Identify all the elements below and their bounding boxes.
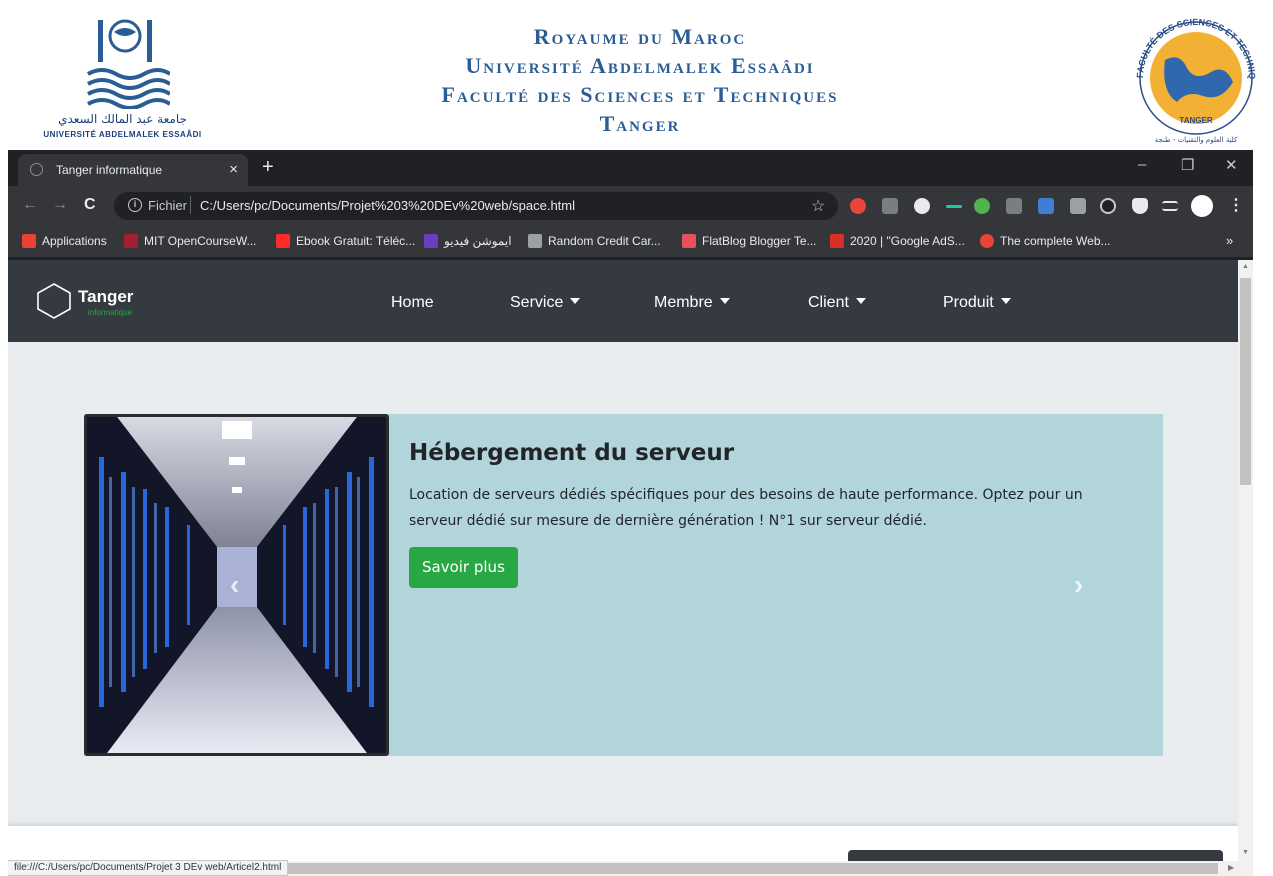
facebook-extension-icon[interactable] <box>1006 198 1022 214</box>
adblock-extension-icon[interactable] <box>850 198 866 214</box>
uae-logo: جامعة عبد المالك السعدي UNIVERSITÉ ABDEL… <box>10 14 235 146</box>
nav-produit[interactable]: Produit <box>943 294 1011 312</box>
mit-icon <box>124 234 138 248</box>
circle-extension-icon[interactable] <box>914 198 930 214</box>
url-separator <box>190 196 191 214</box>
tab-title: Tanger informatique <box>56 163 163 177</box>
title-line-faculty: Faculté des Sciences et Techniques <box>441 82 839 107</box>
blog-icon <box>682 234 696 248</box>
next-section-dark-edge <box>848 850 1223 861</box>
reading-list-icon[interactable] <box>1162 201 1178 211</box>
university-header: جامعة عبد المالك السعدي UNIVERSITÉ ABDEL… <box>0 0 1273 150</box>
caret-down-icon <box>855 298 866 304</box>
card-description: Location de serveurs dédiés spécifiques … <box>409 487 1083 529</box>
nav-client[interactable]: Client <box>808 294 866 312</box>
new-tab-button[interactable]: + <box>262 156 274 179</box>
gear-icon <box>528 234 542 248</box>
scroll-down-icon[interactable]: ▼ <box>1242 849 1249 856</box>
brand-name[interactable]: Tanger <box>78 287 133 307</box>
apps-grid-icon <box>22 234 36 248</box>
bookmark-google-ads[interactable]: 2020 | "Google AdS... <box>830 234 965 248</box>
nav-membre[interactable]: Membre <box>654 294 730 312</box>
udemy-icon <box>830 234 844 248</box>
uae-arabic-name: جامعة عبد المالك السعدي <box>58 112 187 126</box>
fst-city-label: TANGER <box>1179 116 1213 125</box>
pdf-extension-icon[interactable] <box>882 198 898 214</box>
caret-down-icon <box>719 298 730 304</box>
bookmark-flatblog[interactable]: FlatBlog Blogger Te... <box>682 234 817 248</box>
google-extension-icon[interactable] <box>974 198 990 214</box>
url-scheme: Fichier <box>148 198 188 213</box>
bookmark-complete-web[interactable]: The complete Web... <box>980 234 1111 248</box>
bookmark-applications[interactable]: Applications <box>22 234 107 248</box>
info-icon[interactable]: i <box>128 198 142 212</box>
bookmark-star-icon[interactable]: ☆ <box>811 196 825 216</box>
nav-service[interactable]: Service <box>510 294 581 312</box>
title-line-city: Tanger <box>599 111 681 136</box>
scroll-up-icon[interactable]: ▲ <box>1242 263 1249 270</box>
tab-strip: Tanger informatique × + – ❐ ✕ <box>8 150 1253 186</box>
status-bar-url: file:///C:/Users/pc/Documents/Projet 3 D… <box>8 860 289 876</box>
title-line-university: Université Abdelmalek Essaâdi <box>465 53 815 78</box>
page-viewport: Tanger informatique Home Service Membre … <box>8 260 1238 861</box>
ss-extension-icon[interactable] <box>1070 198 1086 214</box>
dash-extension-icon[interactable] <box>946 205 962 208</box>
uae-latin-name: UNIVERSITÉ ABDELMALEK ESSAÂDI <box>43 130 202 139</box>
bookmark-mit-ocw[interactable]: MIT OpenCourseW... <box>124 234 256 248</box>
caret-down-icon <box>1000 298 1011 304</box>
puzzle-extension-icon[interactable] <box>1132 198 1148 214</box>
profile-avatar[interactable] <box>1191 195 1213 217</box>
savoir-plus-button[interactable]: Savoir plus <box>409 547 518 588</box>
vertical-scrollbar[interactable]: ▲ ▼ <box>1238 260 1253 861</box>
browser-toolbar: ← → C i Fichier C:/Users/pc/Documents/Pr… <box>8 186 1253 226</box>
bookmark-ebook[interactable]: Ebook Gratuit: Téléc... <box>276 234 415 248</box>
caret-down-icon <box>570 298 581 304</box>
reload-button[interactable]: C <box>84 196 96 214</box>
address-bar[interactable]: i Fichier C:/Users/pc/Documents/Projet%2… <box>114 192 838 220</box>
browser-window: Tanger informatique × + – ❐ ✕ ← → C i Fi… <box>8 150 1253 876</box>
carousel-prev-icon[interactable]: ‹ <box>230 569 239 601</box>
tab-tanger-informatique[interactable]: Tanger informatique × <box>18 154 248 186</box>
bookmark-random-credit[interactable]: Random Credit Car... <box>528 234 661 248</box>
globe-icon <box>30 163 43 176</box>
fst-arabic-name: كلية العلوم والتقنيات - طنجة <box>1154 136 1238 144</box>
close-window-button[interactable]: ✕ <box>1225 156 1238 174</box>
sync-extension-icon[interactable] <box>1100 198 1116 214</box>
restore-button[interactable]: ❐ <box>1181 156 1194 174</box>
next-section-edge <box>8 826 1238 861</box>
more-menu-icon[interactable]: ⋮ <box>1228 195 1244 215</box>
scroll-right-icon[interactable]: ▶ <box>1228 863 1234 872</box>
video-icon <box>424 234 438 248</box>
gmail-icon <box>980 234 994 248</box>
server-hosting-card: ‹ Hébergement du serveur Location de ser… <box>84 414 1163 756</box>
nav-home[interactable]: Home <box>391 294 434 312</box>
bookmarks-more-icon[interactable]: » <box>1226 233 1233 248</box>
fst-logo: FACULTÉ DES SCIENCES ET TECHNIQUES TANGE… <box>1125 12 1267 146</box>
forward-button[interactable]: → <box>52 196 68 214</box>
bookmarks-bar: Applications MIT OpenCourseW... Ebook Gr… <box>8 226 1253 258</box>
tab-close-icon[interactable]: × <box>229 161 238 178</box>
scroll-thumb[interactable] <box>1240 278 1251 485</box>
url-text[interactable]: C:/Users/pc/Documents/Projet%203%20DEv%2… <box>200 198 575 213</box>
carousel-next-icon[interactable]: › <box>1074 569 1083 601</box>
download-extension-icon[interactable] <box>1038 198 1054 214</box>
back-button[interactable]: ← <box>22 196 38 214</box>
ebook-icon <box>276 234 290 248</box>
bookmark-emotion-video[interactable]: ايموشن فيديو <box>424 234 512 248</box>
minimize-button[interactable]: – <box>1138 156 1146 173</box>
card-title: Hébergement du serveur <box>409 440 735 466</box>
hexagon-logo-icon[interactable] <box>36 282 72 320</box>
brand-subtitle: informatique <box>88 308 133 317</box>
site-navbar: Tanger informatique Home Service Membre … <box>8 260 1238 342</box>
uae-emblem-icon <box>87 19 170 109</box>
university-titles: Royaume du Maroc Université Abdelmalek E… <box>340 22 940 138</box>
title-line-kingdom: Royaume du Maroc <box>533 24 747 49</box>
